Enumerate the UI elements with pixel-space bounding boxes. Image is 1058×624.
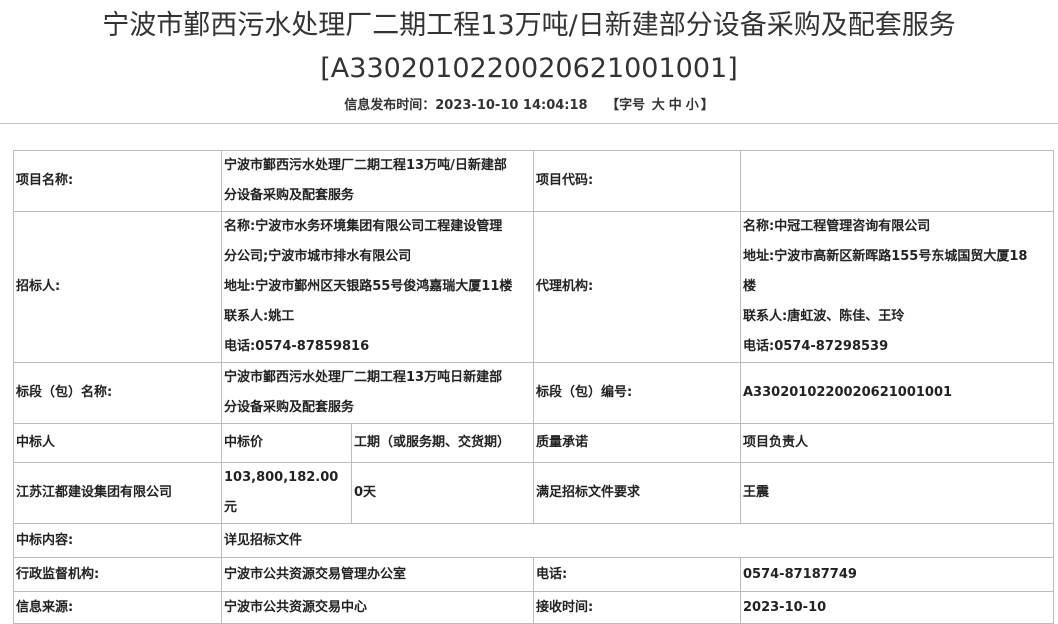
font-size-large-link[interactable]: 大	[652, 98, 665, 113]
quality-header: 质量承诺	[533, 423, 741, 463]
winner-header: 中标人	[13, 423, 222, 463]
price-header: 中标价	[221, 423, 352, 463]
agency-value: 名称:中冠工程管理咨询有限公司 地址:宁波市高新区新晖路155号东城国贸大厦18…	[740, 211, 1054, 363]
source-label: 信息来源:	[13, 591, 222, 624]
tenderer-label: 招标人:	[13, 211, 222, 363]
supervisor-value: 宁波市公共资源交易管理办公室	[221, 557, 534, 592]
row-section: 标段（包）名称: 宁波市鄞西污水处理厂二期工程13万吨日新建部 分设备采购及配套…	[13, 362, 1054, 424]
period-header: 工期（或服务期、交货期）	[351, 423, 534, 463]
section-code-value: A3302010220020621001001	[740, 362, 1054, 424]
source-value: 宁波市公共资源交易中心	[221, 591, 534, 624]
section-code-label: 标段（包）编号:	[533, 362, 741, 424]
agency-label: 代理机构:	[533, 211, 741, 363]
tel-value: 0574-87187749	[740, 557, 1054, 592]
content-label: 中标内容:	[13, 523, 222, 558]
manager-header: 项目负责人	[740, 423, 1054, 463]
row-supervisor: 行政监督机构: 宁波市公共资源交易管理办公室 电话: 0574-87187749	[13, 557, 1054, 592]
project-code-value	[740, 150, 1054, 212]
award-info-table: 项目名称: 宁波市鄞西污水处理厂二期工程13万吨/日新建部 分设备采购及配套服务…	[13, 150, 1054, 624]
page-title: 宁波市鄞西污水处理厂二期工程13万吨/日新建部分设备采购及配套服务	[102, 10, 956, 41]
row-award-values: 江苏江都建设集团有限公司 103,800,182.00元 0天 满足招标文件要求…	[13, 462, 1054, 524]
section-name-value: 宁波市鄞西污水处理厂二期工程13万吨日新建部 分设备采购及配套服务	[221, 362, 534, 424]
project-name-value: 宁波市鄞西污水处理厂二期工程13万吨/日新建部 分设备采购及配套服务	[221, 150, 534, 212]
row-content: 中标内容: 详见招标文件	[13, 523, 1054, 558]
row-award-headers: 中标人 中标价 工期（或服务期、交货期） 质量承诺 项目负责人	[13, 423, 1054, 463]
publish-label: 信息发布时间：	[344, 98, 436, 113]
row-project: 项目名称: 宁波市鄞西污水处理厂二期工程13万吨/日新建部 分设备采购及配套服务…	[13, 150, 1054, 212]
received-label: 接收时间:	[533, 591, 741, 624]
publish-time: 2023-10-10 14:04:18	[435, 98, 588, 113]
row-parties: 招标人: 名称:宁波市水务环境集团有限公司工程建设管理 分公司;宁波市城市排水有…	[13, 211, 1054, 363]
font-size-medium-link[interactable]: 中	[669, 98, 682, 113]
tenderer-value: 名称:宁波市水务环境集团有限公司工程建设管理 分公司;宁波市城市排水有限公司 地…	[221, 211, 534, 363]
content-value: 详见招标文件	[221, 523, 1054, 558]
price-value: 103,800,182.00元	[221, 462, 352, 524]
header-divider	[0, 123, 1058, 124]
manager-value: 王震	[740, 462, 1054, 524]
winner-value: 江苏江都建设集团有限公司	[13, 462, 222, 524]
supervisor-label: 行政监督机构:	[13, 557, 222, 592]
tel-label: 电话:	[533, 557, 741, 592]
period-value: 0天	[351, 462, 534, 524]
project-code-label: 项目代码:	[533, 150, 741, 212]
publish-info: 信息发布时间：2023-10-10 14:04:18 【字号 大中小】	[0, 96, 1058, 116]
font-size-small-link[interactable]: 小	[686, 98, 699, 113]
project-name-label: 项目名称:	[13, 150, 222, 212]
received-value: 2023-10-10	[740, 591, 1054, 624]
font-size-open: 【字号	[606, 98, 646, 113]
font-size-control: 【字号 大中小】	[606, 98, 714, 113]
row-source: 信息来源: 宁波市公共资源交易中心 接收时间: 2023-10-10	[13, 591, 1054, 624]
font-size-close: 】	[700, 98, 714, 113]
section-name-label: 标段（包）名称:	[13, 362, 222, 424]
page-title-code: [A3302010220020621001001]	[320, 53, 738, 84]
quality-value: 满足招标文件要求	[533, 462, 741, 524]
